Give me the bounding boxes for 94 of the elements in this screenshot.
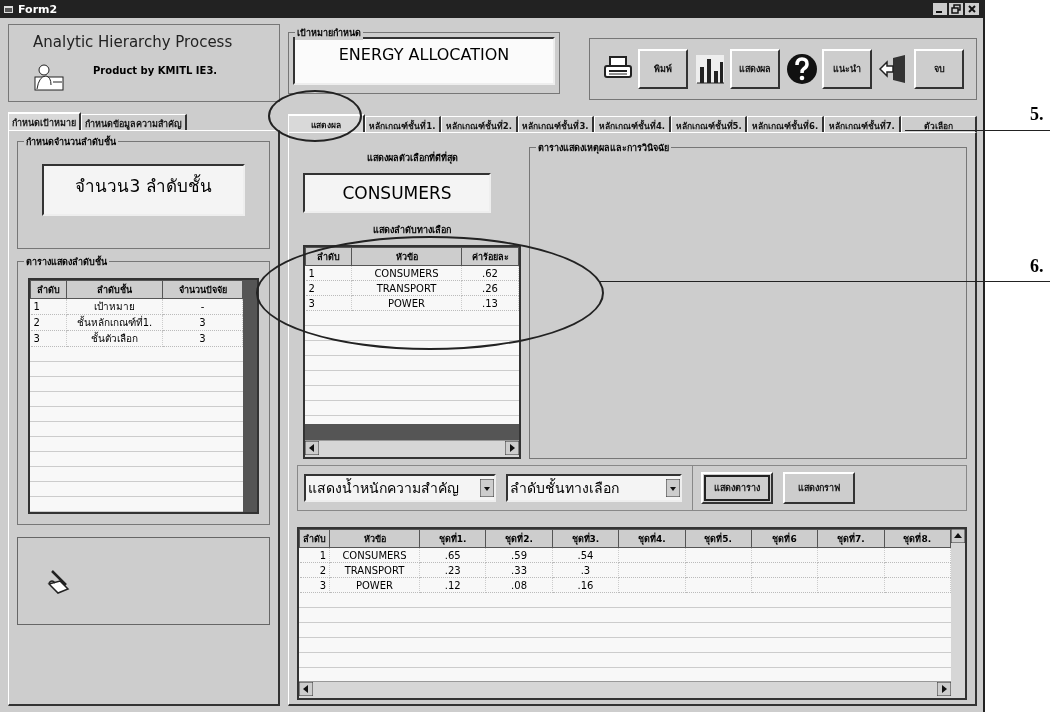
table-cell: 1 — [305, 265, 352, 281]
column-header: ลำดับ — [305, 247, 352, 266]
toolbar-button[interactable]: แนะนำ — [822, 49, 872, 89]
column-header: ลำดับชั้น — [66, 280, 163, 299]
goal-field: ENERGY ALLOCATION — [293, 37, 555, 85]
section-label: แสดงผลตัวเลือกที่ดีที่สุด — [365, 151, 459, 165]
view-button[interactable]: แสดงตาราง — [701, 472, 773, 504]
app-title: Analytic Hierarchy Process — [33, 33, 234, 53]
minimize-icon — [933, 3, 947, 15]
table-cell: - — [162, 298, 243, 315]
table-cell: 3 — [30, 330, 67, 347]
table-cell: CONSUMERS — [351, 265, 462, 281]
column-header: ชุดที่4. — [618, 529, 685, 548]
column-header: ลำดับ — [299, 529, 330, 548]
table-cell: .23 — [419, 562, 486, 578]
column-header: หัวข้อ — [351, 247, 462, 266]
table-cell: .33 — [485, 562, 553, 578]
tab[interactable]: หลักเกณฑ์ชั้นที่5. — [670, 116, 748, 132]
table-cell: 3 — [299, 577, 330, 593]
table-cell: .08 — [485, 577, 553, 593]
table-cell: POWER — [329, 577, 420, 593]
help-icon — [786, 53, 818, 85]
column-header: ชุดที่1. — [419, 529, 486, 548]
bar-chart-icon — [694, 53, 726, 85]
column-header: ชุดที่3. — [552, 529, 619, 548]
table-cell: POWER — [351, 295, 462, 311]
annotation-label: 6. — [1030, 256, 1044, 277]
level-count-field: จำนวน3 ลำดับชั้น — [42, 164, 245, 216]
scrollbar[interactable] — [299, 681, 951, 698]
window-title: Form2 — [18, 2, 58, 16]
table-cell: .54 — [552, 547, 619, 563]
table-cell: CONSUMERS — [329, 547, 420, 563]
table-cell: 2 — [305, 280, 352, 296]
caret-icon — [480, 479, 494, 497]
right-arrow-icon — [937, 682, 951, 696]
table-cell: .59 — [485, 547, 553, 563]
section-label: แสดงลำดับทางเลือก — [372, 223, 452, 237]
group-label: กำหนดจำนวนลำดับชั้น — [24, 135, 118, 149]
table-cell: TRANSPORT — [329, 562, 420, 578]
view-button[interactable]: แสดงกราฟ — [783, 472, 855, 504]
column-header: หัวข้อ — [329, 529, 420, 548]
dropdown[interactable]: แสดงน้ำหนักความสำคัญ — [304, 474, 496, 502]
caret-icon — [666, 479, 680, 497]
tab[interactable]: หลักเกณฑ์ชั้นที่1. — [364, 116, 442, 132]
column-header: ค่าร้อยละ — [461, 247, 519, 266]
person-at-desk-icon — [33, 63, 65, 91]
column-header: ชุดที่6 — [751, 529, 818, 548]
table-cell: 3 — [162, 314, 243, 331]
table-cell: 3 — [305, 295, 352, 311]
table-cell: ชั้นตัวเลือก — [66, 330, 163, 347]
dropdown[interactable]: ลำดับชั้นทางเลือก — [506, 474, 682, 502]
table-cell: เป้าหมาย — [66, 298, 163, 315]
table-cell: ชั้นหลักเกณฑ์ที่1. — [66, 314, 163, 331]
toolbar-button[interactable]: จบ — [914, 49, 964, 89]
table-cell: .3 — [552, 562, 619, 578]
table-cell: .16 — [552, 577, 619, 593]
tab[interactable]: หลักเกณฑ์ชั้นที่2. — [441, 116, 518, 132]
tab[interactable]: กำหนดข้อมูลความสำคัญ — [81, 114, 187, 130]
toolbar-button[interactable]: พิมพ์ — [638, 49, 688, 89]
scrollbar[interactable] — [951, 529, 965, 698]
column-header: ชุดที่2. — [485, 529, 553, 548]
group-label: ตารางแสดงลำดับชั้น — [24, 255, 109, 269]
toolbar-button[interactable]: แสดงผล — [730, 49, 780, 89]
table-cell: 1 — [30, 298, 67, 315]
column-header: ชุดที่7. — [817, 529, 885, 548]
best-choice-field: CONSUMERS — [303, 173, 491, 213]
column-header: ชุดที่5. — [685, 529, 752, 548]
table-cell: 2 — [299, 562, 330, 578]
table-cell: TRANSPORT — [351, 280, 462, 296]
tab[interactable]: แสดงผล — [288, 114, 365, 132]
tab[interactable]: หลักเกณฑ์ชั้นที่6. — [747, 116, 824, 132]
app-credit: Product by KMITL IE3. — [93, 65, 219, 78]
table-cell: 3 — [162, 330, 243, 347]
table-cell: .13 — [461, 295, 519, 311]
column-header: จำนวนปัจจัย — [162, 280, 243, 299]
table-cell: 2 — [30, 314, 67, 331]
close-icon — [965, 3, 979, 15]
column-header: ลำดับ — [30, 280, 67, 299]
table-cell: .65 — [419, 547, 486, 563]
group-label: ตารางแสดงเหตุผลและการวินิจฉัย — [536, 141, 671, 155]
window-icon — [4, 4, 14, 14]
table-cell: 1 — [299, 547, 330, 563]
tab[interactable]: หลักเกณฑ์ชั้นที่4. — [594, 116, 671, 132]
table-cell: .12 — [419, 577, 486, 593]
annotation-label: 5. — [1030, 104, 1044, 125]
scrollbar[interactable] — [305, 440, 519, 457]
tab[interactable]: หลักเกณฑ์ชั้นที่3. — [517, 116, 595, 132]
tab[interactable]: กำหนดเป้าหมาย — [8, 112, 81, 130]
table-cell: .26 — [461, 280, 519, 296]
group-label: เป้าหมายกำหนด — [295, 26, 363, 40]
scrollbar[interactable] — [243, 280, 257, 512]
table-cell: .62 — [461, 265, 519, 281]
restore-icon — [949, 3, 963, 15]
tab[interactable]: หลักเกณฑ์ชั้นที่7. — [823, 116, 901, 132]
